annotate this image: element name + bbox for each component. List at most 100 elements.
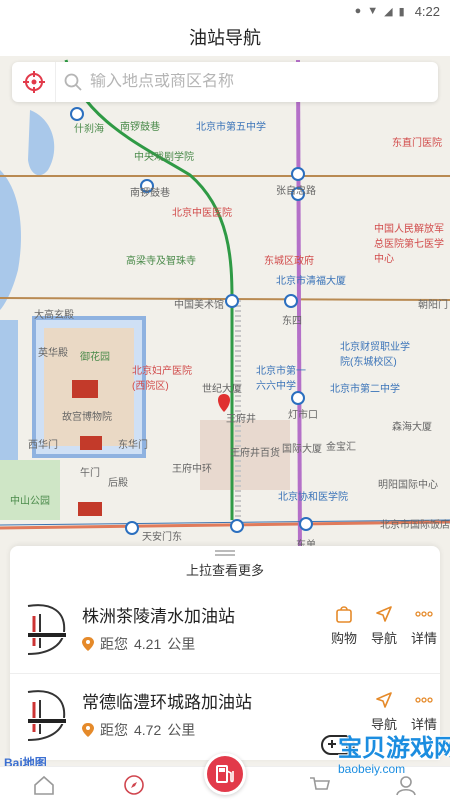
navigate-button[interactable]: 导航 (366, 604, 402, 647)
map-label: 午门 (80, 468, 100, 479)
map-label: 金宝汇 (326, 442, 356, 453)
map-label: 中央戏剧学院 (134, 152, 194, 163)
home-icon (34, 775, 54, 795)
navigation-arrow-icon (366, 690, 402, 710)
map-label: 东直门医院 (392, 138, 442, 149)
location-pin-icon (82, 637, 94, 651)
map-label: 中国人民解放军总医院第七医学中心 (374, 224, 444, 265)
park-zhongshan (0, 460, 60, 520)
crosshair-icon (22, 71, 45, 93)
sinopec-logo-icon (27, 690, 66, 741)
metro-station-icon (291, 391, 305, 405)
map-label: 世纪大厦 (202, 384, 242, 395)
palace-building-icon (72, 380, 98, 398)
map-label: 东四 (282, 316, 302, 327)
map-label: 高梁寺及智珠寺 (126, 256, 196, 267)
metro-line-5 (296, 59, 302, 561)
map-label: 明阳国际中心 (378, 480, 438, 491)
navigate-label: 导航 (370, 631, 397, 646)
distance-value: 4.21 (134, 636, 162, 652)
metro-station-icon (70, 107, 84, 121)
sinopec-logo-icon (27, 604, 66, 655)
map-label: 南锣鼓巷 (120, 122, 160, 133)
watermark: 宝贝游戏网 baobeiy.com (280, 728, 450, 776)
map-label: 南锣鼓巷 (130, 188, 170, 199)
search-bar (12, 62, 438, 102)
map-label: 国际大厦 (282, 444, 322, 455)
location-pin-icon (82, 723, 94, 737)
search-icon (56, 73, 90, 91)
details-label: 详情 (410, 631, 437, 646)
map-label: 中山公园 (10, 496, 50, 507)
tab-discover[interactable] (114, 771, 154, 799)
status-time: 4:22 (414, 3, 440, 19)
metro-station-icon (230, 519, 244, 533)
distance-unit: 公里 (167, 722, 196, 738)
more-dots-icon (406, 604, 442, 624)
station-name: 株洲茶陵清水加油站 (82, 607, 235, 626)
map-label: 张自忠路 (276, 186, 316, 197)
details-button[interactable]: 详情 (406, 604, 442, 647)
locate-button[interactable] (12, 62, 56, 102)
map-label: 东华门 (118, 440, 148, 451)
watermark-url: baobeiy.com (338, 762, 406, 776)
metro-station-icon (291, 167, 305, 181)
map-label: 后殿 (108, 478, 128, 489)
shop-button[interactable]: 购物 (326, 604, 362, 647)
navigate-button[interactable]: 导航 (366, 690, 402, 733)
distance-unit: 公里 (167, 636, 196, 652)
palace-building-icon (80, 436, 102, 450)
map-label: 北京市第二中学 (330, 384, 400, 395)
metro-station-icon (284, 294, 298, 308)
signal-icon: ◢ (384, 5, 393, 18)
map-label: 英华殿 (38, 348, 68, 359)
location-status-icon: ● (354, 5, 362, 17)
cart-icon (310, 777, 331, 790)
map-label: 王府井百货 (230, 448, 280, 459)
pull-up-hint: 上拉查看更多 (185, 563, 264, 578)
watermark-text: 宝贝游戏网 (338, 735, 450, 762)
map-label: 什刹海 (74, 124, 104, 135)
search-input[interactable] (90, 73, 438, 91)
compass-icon (124, 775, 144, 795)
map-label: 北京市第五中学 (196, 122, 266, 133)
station-item[interactable]: 株洲茶陵清水加油站 距您 4.21 公里 购物 导航 详情 (10, 590, 440, 674)
more-dots-icon (406, 690, 442, 710)
map-label: 御花园 (80, 352, 110, 363)
metro-station-icon (299, 517, 313, 531)
fuel-pump-icon (216, 765, 234, 783)
map-label: 北京市清福大厦 (276, 276, 346, 287)
map-label: 王府中环 (172, 464, 212, 475)
map-label: 西华门 (28, 440, 58, 451)
map-label: 东城区政府 (264, 256, 314, 267)
map-label: 朝阳门 (418, 300, 448, 311)
battery-icon: ▮ (398, 5, 405, 18)
map-label: 北京市国际饭店 (380, 520, 450, 531)
tab-home[interactable] (24, 771, 64, 799)
drag-handle[interactable] (215, 550, 235, 556)
map-label: 北京财贸职业学院(东城校区) (340, 342, 410, 368)
map-label: 北京妇产医院(西院区) (132, 366, 192, 392)
map-label: 北京市第一六六中学 (256, 366, 306, 392)
map-label: 森海大厦 (392, 422, 432, 433)
map-label: 中国美术馆 (174, 300, 224, 311)
metro-station-icon (125, 521, 139, 535)
details-button[interactable]: 详情 (406, 690, 442, 733)
map-label: 北京协和医学院 (278, 492, 348, 503)
map-label: 王府井 (226, 414, 256, 425)
profile-icon (396, 776, 416, 796)
station-distance: 距您 4.72 公里 (82, 720, 195, 740)
map-label: 灯市口 (288, 410, 318, 421)
distance-prefix: 距您 (100, 636, 128, 652)
road-wusi (0, 297, 450, 301)
shop-label: 购物 (330, 631, 357, 646)
tab-fuel[interactable] (204, 753, 246, 795)
bag-icon (326, 604, 362, 624)
status-bar: ● ▼ ◢ ▮ 4:22 (0, 0, 450, 22)
station-distance: 距您 4.21 公里 (82, 634, 195, 654)
palace-building-icon (78, 502, 102, 516)
distance-prefix: 距您 (100, 722, 128, 738)
lake-shichahai (28, 110, 55, 176)
station-name: 常德临澧环城路加油站 (82, 693, 252, 712)
map-label: 天安门东 (142, 532, 182, 543)
